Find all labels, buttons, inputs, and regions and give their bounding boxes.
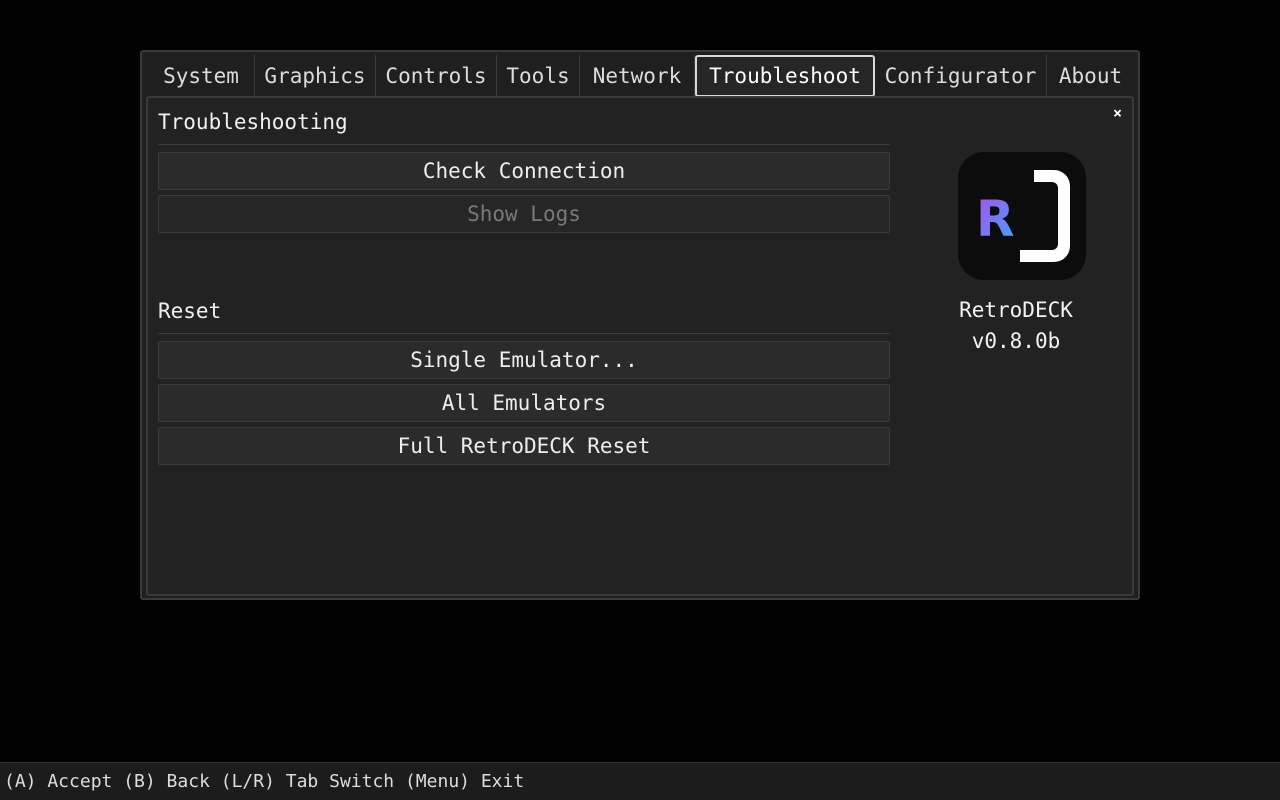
tab-network[interactable]: Network [580, 55, 695, 97]
reset-divider [158, 333, 890, 334]
reset-heading: Reset [158, 299, 222, 323]
controller-hint-text: (A) Accept (B) Back (L/R) Tab Switch (Me… [4, 771, 525, 792]
close-icon[interactable]: × [1113, 104, 1122, 122]
tab-controls[interactable]: Controls [376, 55, 497, 97]
all-emulators-button[interactable]: All Emulators [158, 384, 890, 422]
app-name: RetroDECK [959, 298, 1073, 322]
tab-graphics[interactable]: Graphics [255, 55, 376, 97]
single-emulator-button[interactable]: Single Emulator... [158, 341, 890, 379]
troubleshoot-panel: × Troubleshooting Check Connection Show … [146, 96, 1134, 596]
check-connection-button[interactable]: Check Connection [158, 152, 890, 190]
full-reset-button[interactable]: Full RetroDECK Reset [158, 427, 890, 465]
troubleshooting-heading: Troubleshooting [158, 110, 348, 134]
svg-text:R: R [976, 190, 1015, 248]
tab-about[interactable]: About [1047, 55, 1134, 97]
troubleshooting-divider [158, 144, 890, 145]
tab-tools[interactable]: Tools [497, 55, 580, 97]
tab-bar: System Graphics Controls Tools Network T… [148, 55, 1134, 97]
controller-hint-bar: (A) Accept (B) Back (L/R) Tab Switch (Me… [0, 762, 1280, 800]
tab-configurator[interactable]: Configurator [875, 55, 1047, 97]
show-logs-button[interactable]: Show Logs [158, 195, 890, 233]
tab-system[interactable]: System [148, 55, 255, 97]
app-version: v0.8.0b [971, 329, 1061, 353]
retrodeck-configurator-window: System Graphics Controls Tools Network T… [140, 50, 1140, 600]
tab-troubleshoot[interactable]: Troubleshoot [695, 55, 875, 97]
retrodeck-logo-icon: R [958, 152, 1086, 280]
